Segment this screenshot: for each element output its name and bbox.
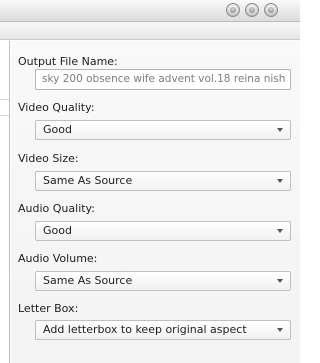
title-bar xyxy=(0,0,300,22)
window-button-3-icon[interactable] xyxy=(264,3,278,17)
letter-box-label: Letter Box: xyxy=(18,302,79,315)
left-pane-divider xyxy=(0,99,9,100)
chevron-down-icon xyxy=(277,229,283,233)
letter-box-select[interactable]: Add letterbox to keep original aspect xyxy=(35,320,291,340)
letter-box-value: Add letterbox to keep original aspect xyxy=(43,323,247,336)
video-size-select[interactable]: Same As Source xyxy=(35,171,291,191)
audio-quality-label: Audio Quality: xyxy=(18,202,95,215)
chevron-down-icon xyxy=(277,279,283,283)
output-file-name-label: Output File Name: xyxy=(18,55,118,68)
audio-volume-select[interactable]: Same As Source xyxy=(35,271,291,291)
audio-quality-select[interactable]: Good xyxy=(35,221,291,241)
left-pane-divider xyxy=(0,115,9,116)
video-size-label: Video Size: xyxy=(18,152,79,165)
toolbar-strip xyxy=(0,22,300,40)
window-button-2-icon[interactable] xyxy=(245,3,259,17)
video-quality-select[interactable]: Good xyxy=(35,120,291,140)
left-pane xyxy=(0,41,10,363)
app-window: Output File Name: sky 200 obsence wife a… xyxy=(0,0,300,363)
chevron-down-icon xyxy=(277,328,283,332)
output-file-name-field[interactable]: sky 200 obsence wife advent vol.18 reina… xyxy=(35,69,291,90)
settings-panel: Output File Name: sky 200 obsence wife a… xyxy=(11,41,300,363)
audio-volume-label: Audio Volume: xyxy=(18,252,98,265)
video-quality-label: Video Quality: xyxy=(18,101,95,114)
chevron-down-icon xyxy=(277,179,283,183)
audio-quality-value: Good xyxy=(43,224,72,237)
audio-volume-value: Same As Source xyxy=(43,274,133,287)
video-quality-value: Good xyxy=(43,123,72,136)
chevron-down-icon xyxy=(277,128,283,132)
video-size-value: Same As Source xyxy=(43,174,133,187)
window-button-1-icon[interactable] xyxy=(226,3,240,17)
